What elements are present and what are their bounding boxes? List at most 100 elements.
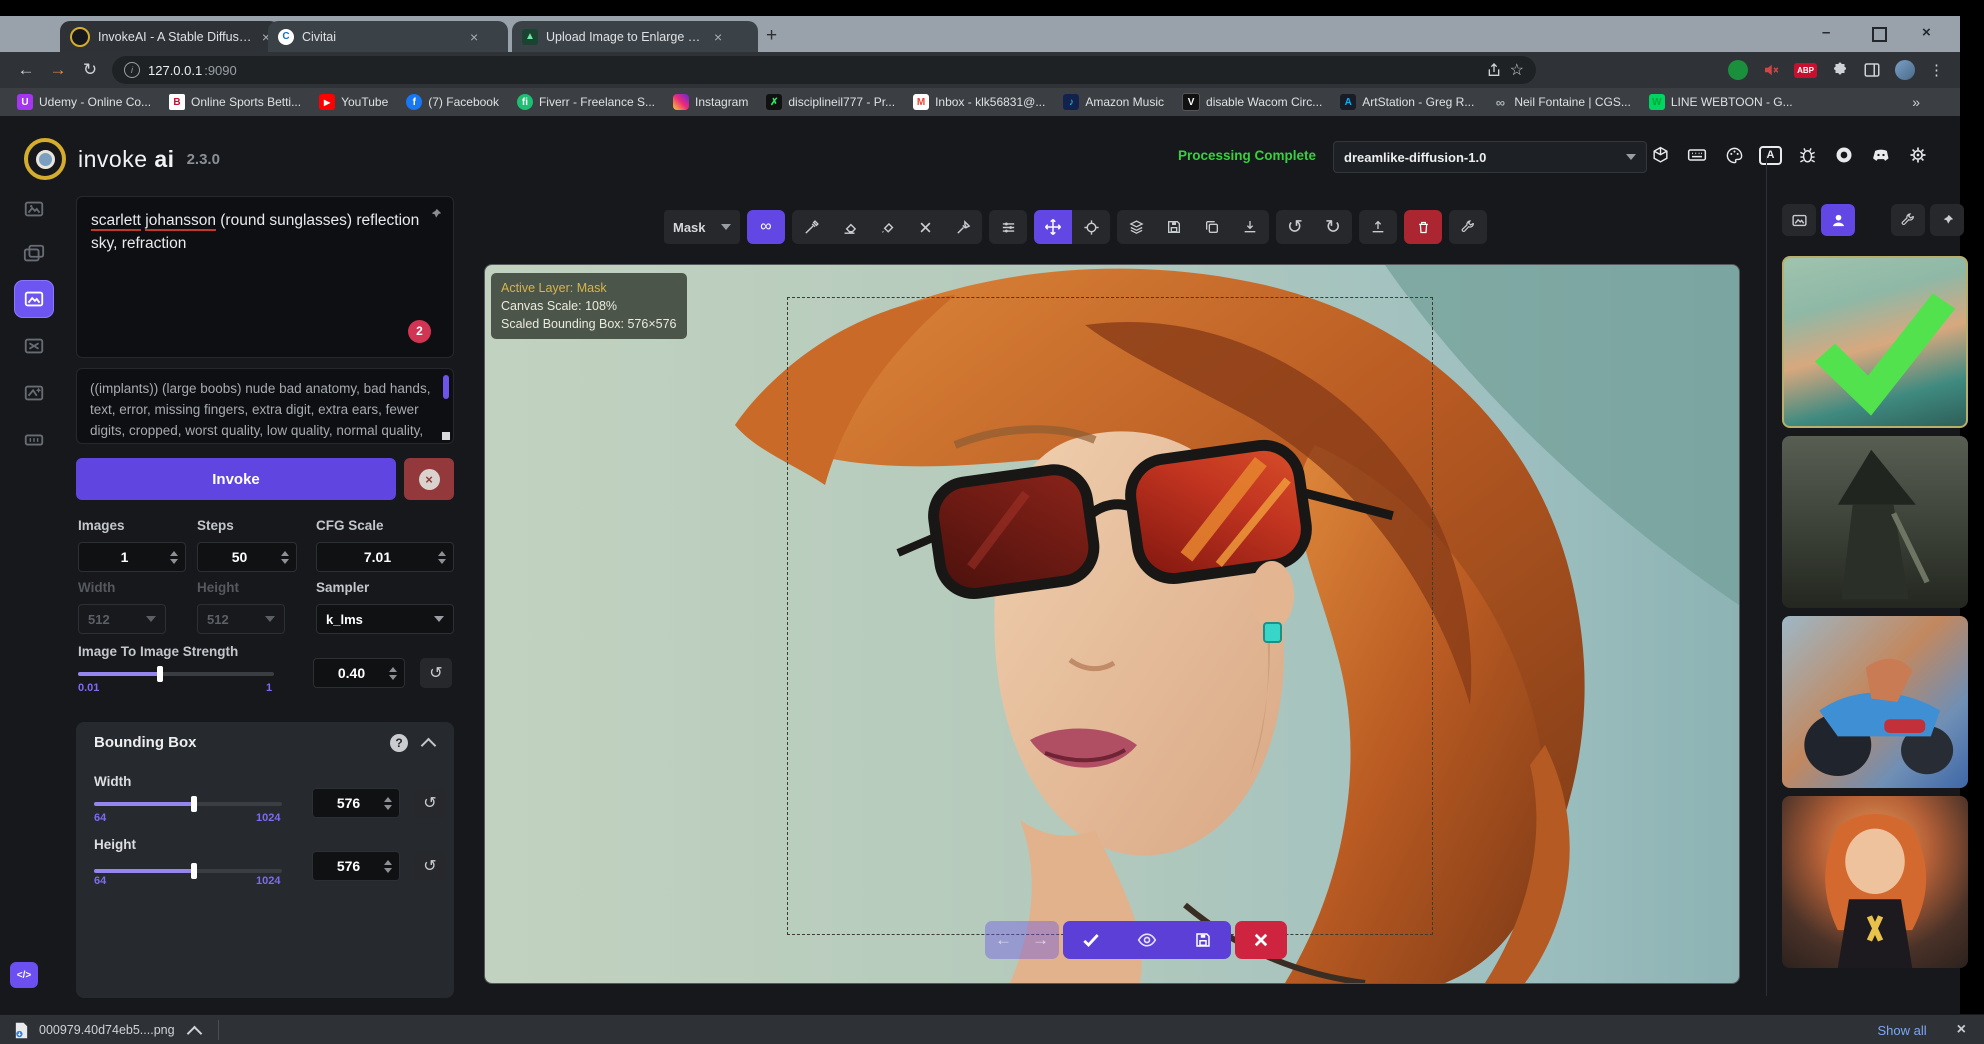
copy-to-clipboard-button[interactable] <box>1193 210 1231 244</box>
tab-close-icon[interactable]: × <box>470 29 478 45</box>
bookmark-item[interactable]: ♪Amazon Music <box>1056 91 1171 113</box>
gallery-thumbnail[interactable] <box>1782 796 1968 968</box>
console-toggle-button[interactable]: </> <box>10 962 38 988</box>
theme-palette-icon[interactable] <box>1722 143 1746 167</box>
hotkeys-keyboard-icon[interactable] <box>1685 143 1709 167</box>
eraser-tool-button[interactable] <box>830 210 868 244</box>
maximize-button[interactable] <box>1872 27 1887 42</box>
stepper-up[interactable] <box>170 551 178 556</box>
mask-toggle-button[interactable]: ∞ <box>747 210 785 244</box>
reset-view-button[interactable] <box>1072 210 1110 244</box>
slider-thumb[interactable] <box>191 863 197 879</box>
cfg-scale-input[interactable]: 7.01 <box>316 542 454 572</box>
clear-mask-button[interactable] <box>906 210 944 244</box>
tab-image-to-image[interactable] <box>14 235 54 273</box>
bookmark-item[interactable]: Instagram <box>666 91 755 113</box>
bookmark-item[interactable]: MInbox - klk56831@... <box>906 91 1052 113</box>
tab-postprocessing[interactable] <box>14 374 54 412</box>
download-menu-chevron-icon[interactable] <box>186 1025 202 1041</box>
negative-prompt-input[interactable]: ((implants)) (large boobs) nude bad anat… <box>76 368 454 444</box>
model-select[interactable]: dreamlike-diffusion-1.0 <box>1333 141 1647 173</box>
undo-button[interactable]: ↺ <box>1276 210 1314 244</box>
download-filename[interactable]: 000979.40d74eb5....png <box>39 1023 175 1037</box>
slider-thumb[interactable] <box>157 666 163 682</box>
move-tool-button[interactable] <box>1034 210 1072 244</box>
bookmarks-overflow-icon[interactable]: » <box>1912 94 1920 110</box>
stepper-down[interactable] <box>384 868 392 873</box>
gallery-thumbnail[interactable] <box>1782 616 1968 788</box>
tab-close-icon[interactable]: × <box>714 29 722 45</box>
extension-green-icon[interactable] <box>1728 60 1748 80</box>
tab-nodes[interactable] <box>14 327 54 365</box>
stepper-down[interactable] <box>384 805 392 810</box>
stepper-up[interactable] <box>389 667 397 672</box>
bookmark-item[interactable]: WLINE WEBTOON - G... <box>1642 91 1800 113</box>
bookmark-item[interactable]: f(7) Facebook <box>399 91 506 113</box>
help-icon[interactable]: ? <box>390 734 408 752</box>
extensions-puzzle-icon[interactable] <box>1831 61 1849 79</box>
stepper-up[interactable] <box>281 551 289 556</box>
previous-image-button[interactable]: ← <box>995 930 1012 950</box>
brush-options-button[interactable] <box>989 210 1027 244</box>
layer-select[interactable]: Mask <box>664 210 740 244</box>
tab-text-to-image[interactable] <box>14 190 54 228</box>
bookmark-item[interactable]: ▶YouTube <box>312 91 395 113</box>
gallery-images-tab[interactable] <box>1782 204 1816 236</box>
site-info-icon[interactable]: i <box>124 62 140 78</box>
reload-icon[interactable]: ↻ <box>74 60 106 80</box>
stepper-down[interactable] <box>170 559 178 564</box>
collapse-chevron-icon[interactable] <box>421 738 437 754</box>
upload-image-button[interactable] <box>1359 210 1397 244</box>
bookmark-star-icon[interactable]: ☆ <box>1510 60 1524 80</box>
stepper-down[interactable] <box>281 559 289 564</box>
cancel-button[interactable]: × <box>404 458 454 500</box>
invoke-button[interactable]: Invoke <box>76 458 396 500</box>
tab-training[interactable] <box>14 421 54 459</box>
prompt-input[interactable]: scarlett johansson (round sunglasses) re… <box>76 196 454 358</box>
bookmark-item[interactable]: AArtStation - Greg R... <box>1333 91 1481 113</box>
merge-layers-button[interactable] <box>1117 210 1155 244</box>
color-picker-button[interactable] <box>944 210 982 244</box>
stepper-up[interactable] <box>438 551 446 556</box>
tab-civitai[interactable]: C Civitai × <box>268 21 508 52</box>
forward-icon[interactable]: → <box>42 60 74 80</box>
bb-height-input[interactable]: 576 <box>312 851 400 881</box>
save-staging-button[interactable] <box>1175 931 1231 949</box>
discard-staging-button[interactable] <box>1235 921 1287 959</box>
save-to-gallery-button[interactable] <box>1155 210 1193 244</box>
clear-canvas-button[interactable] <box>1404 210 1442 244</box>
slider-thumb[interactable] <box>191 796 197 812</box>
resize-grip[interactable] <box>442 432 450 440</box>
pin-icon[interactable] <box>428 207 443 222</box>
sampler-select[interactable]: k_lms <box>316 604 454 634</box>
bookmark-item[interactable]: fiFiverr - Freelance S... <box>510 91 662 113</box>
canvas-bounding-box[interactable] <box>787 297 1433 935</box>
bookmark-item[interactable]: ∞Neil Fontaine | CGS... <box>1485 91 1638 113</box>
show-hide-staging-button[interactable] <box>1119 930 1175 950</box>
strength-slider[interactable] <box>78 672 274 676</box>
bb-width-input[interactable]: 576 <box>312 788 400 818</box>
language-icon[interactable]: A <box>1759 146 1782 165</box>
github-icon[interactable] <box>1832 143 1856 167</box>
model-manager-icon[interactable] <box>1648 143 1672 167</box>
bookmark-item[interactable]: UUdemy - Online Co... <box>10 91 158 113</box>
bb-height-slider[interactable] <box>94 869 282 873</box>
strength-reset-button[interactable]: ↺ <box>420 658 452 688</box>
canvas-settings-wrench-button[interactable] <box>1449 210 1487 244</box>
mute-tab-extension-icon[interactable] <box>1762 61 1780 79</box>
bb-height-reset-button[interactable]: ↺ <box>414 851 446 881</box>
gallery-settings-wrench-button[interactable] <box>1891 204 1925 236</box>
close-shelf-icon[interactable]: × <box>1957 1021 1966 1039</box>
bookmark-item[interactable]: Vdisable Wacom Circ... <box>1175 90 1329 114</box>
adblock-extension-icon[interactable]: ABP <box>1794 63 1817 78</box>
tab-upload-image[interactable]: ▲ Upload Image to Enlarge & Enha × <box>512 21 758 52</box>
tab-invokeai[interactable]: InvokeAI - A Stable Diffusion Too × <box>60 21 280 52</box>
width-select[interactable]: 512 <box>78 604 166 634</box>
stepper-up[interactable] <box>384 797 392 802</box>
bookmark-item[interactable]: BOnline Sports Betti... <box>162 91 308 113</box>
stepper-down[interactable] <box>438 559 446 564</box>
discord-icon[interactable] <box>1869 143 1893 167</box>
back-icon[interactable]: ← <box>10 60 42 80</box>
stepper-down[interactable] <box>389 675 397 680</box>
fill-erase-tool-button[interactable] <box>868 210 906 244</box>
